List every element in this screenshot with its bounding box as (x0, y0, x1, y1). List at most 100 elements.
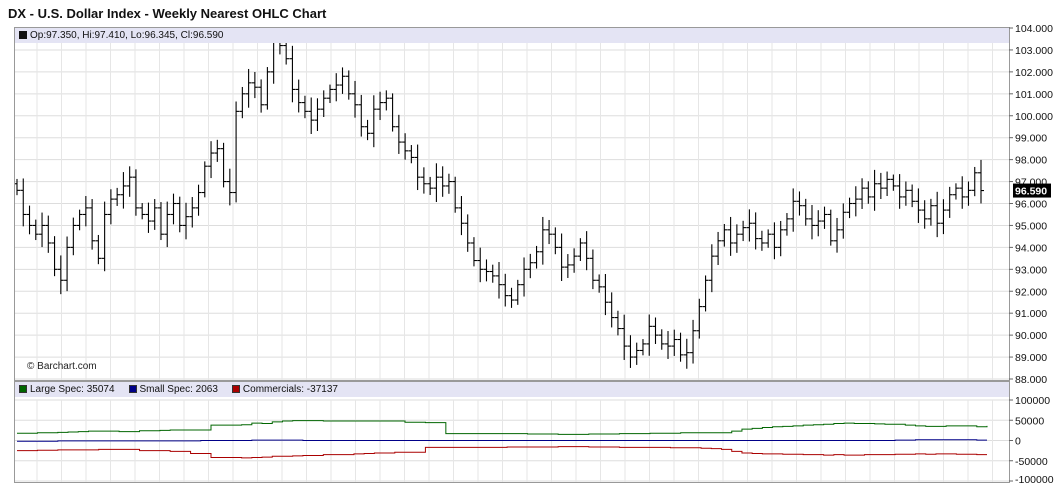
ohlc-bar (189, 197, 196, 228)
ohlc-bar (39, 212, 46, 248)
ohlc-bar (602, 273, 609, 316)
ohlc-bar (132, 169, 139, 216)
ohlc-bar (195, 184, 202, 216)
ohlc-bar (82, 196, 89, 227)
ohlc-bar (877, 172, 884, 200)
cot-y-tick-label: 0 (1015, 436, 1021, 448)
ohlc-bar (934, 191, 941, 238)
cot-legend-label: Large Spec: 35074 (30, 384, 115, 395)
ohlc-bar (95, 234, 102, 265)
ohlc-bar (721, 223, 728, 247)
ohlc-bar (946, 186, 953, 218)
ohlc-bar (614, 310, 621, 336)
y-tick-label: 96.000 (1015, 199, 1047, 211)
ohlc-bar (921, 200, 928, 229)
ohlc-bar (239, 86, 246, 119)
ohlc-bar (139, 203, 146, 220)
ohlc-bar (245, 68, 252, 108)
ohlc-bar (884, 171, 891, 196)
ohlc-bar (808, 204, 815, 240)
ohlc-bar (927, 198, 934, 226)
ohlc-bar (64, 236, 71, 292)
ohlc-bar (301, 95, 308, 119)
y-tick-label: 94.000 (1015, 242, 1047, 254)
y-tick-label: 101.000 (1015, 89, 1053, 101)
ohlc-bar (157, 202, 164, 241)
cot-legend-swatch (128, 385, 137, 393)
last-price-box (1013, 183, 1051, 198)
ohlc-bar (765, 229, 772, 248)
y-tick-label: 89.000 (1015, 352, 1047, 364)
last-price-label: 96.590 (1015, 186, 1047, 198)
cot-y-tick-label: 50000 (1015, 415, 1044, 427)
ohlc-bar (20, 178, 27, 227)
ohlc-bar (940, 199, 947, 235)
ohlc-bar (489, 264, 496, 283)
y-tick-label: 95.000 (1015, 220, 1047, 232)
cot-legend-label: Small Spec: 2063 (139, 384, 218, 395)
ohlc-bar (802, 198, 809, 226)
ohlc-bar (871, 169, 878, 211)
ohlc-bar (827, 209, 834, 246)
ohlc-bar (521, 257, 528, 297)
ohlc-bar (496, 262, 502, 299)
ohlc-bar (70, 217, 77, 256)
ohlc-bar (57, 255, 64, 295)
ohlc-bar (740, 220, 747, 242)
y-tick-label: 100.000 (1015, 111, 1053, 123)
ohlc-bar (552, 227, 559, 255)
ohlc-bar (752, 212, 759, 250)
cot-plot (15, 399, 1009, 482)
ohlc-bar (502, 273, 509, 307)
ohlc-bar (658, 329, 665, 350)
cot-y-tick-label: 100000 (1015, 395, 1050, 407)
ohlc-bar (176, 196, 183, 233)
y-tick-label: 88.000 (1015, 374, 1047, 386)
ohlc-bar (815, 210, 822, 237)
ohlc-bar (633, 342, 640, 365)
ohlc-bar (420, 167, 427, 194)
ohlc-bar (76, 209, 83, 231)
ohlc-bar (51, 236, 58, 277)
ohlc-bar (539, 216, 546, 265)
ohlc-bar (427, 176, 434, 195)
ohlc-bar (170, 193, 177, 225)
ohlc-bar (345, 70, 352, 100)
ohlc-bar (220, 142, 227, 188)
ohlc-bar (314, 98, 321, 131)
cot-legend-swatch (19, 385, 27, 393)
ohlc-bar (564, 254, 571, 278)
y-tick-label: 104.000 (1015, 23, 1053, 35)
ohlc-bar (583, 231, 590, 271)
ohlc-bar (258, 79, 265, 113)
y-tick-label: 98.000 (1015, 155, 1047, 167)
ohlc-bar (558, 233, 565, 281)
ohlc-bar (965, 181, 972, 206)
ohlc-bar (902, 181, 909, 206)
y-tick-label: 91.000 (1015, 308, 1047, 320)
ohlc-bar (364, 119, 371, 141)
ohlc-bar (389, 93, 396, 132)
ohlc-bar (671, 329, 678, 356)
ohlc-bar (708, 244, 715, 293)
ohlc-bar (727, 216, 734, 256)
ohlc-bar (233, 101, 240, 203)
ohlc-bar (577, 238, 584, 261)
chart-title: DX - U.S. Dollar Index - Weekly Nearest … (8, 6, 327, 21)
ohlc-bar (514, 279, 521, 305)
ohlc-bar (952, 183, 959, 200)
ohlc-bar (852, 186, 859, 217)
ohlc-bar (652, 317, 659, 344)
ohlc-bar (464, 214, 471, 252)
ohlc-bar (408, 145, 415, 164)
ohlc-bar (890, 174, 897, 191)
ohlc-bar (414, 144, 421, 191)
y-tick-label: 99.000 (1015, 133, 1047, 145)
ohlc-bar (145, 202, 152, 233)
ohlc-bar (458, 196, 465, 236)
watermark: © Barchart.com (27, 361, 97, 372)
ohlc-bar (527, 253, 534, 279)
ohlc-bar (370, 95, 377, 148)
ohlc-bar (214, 139, 221, 162)
y-tick-label: 90.000 (1015, 330, 1047, 342)
